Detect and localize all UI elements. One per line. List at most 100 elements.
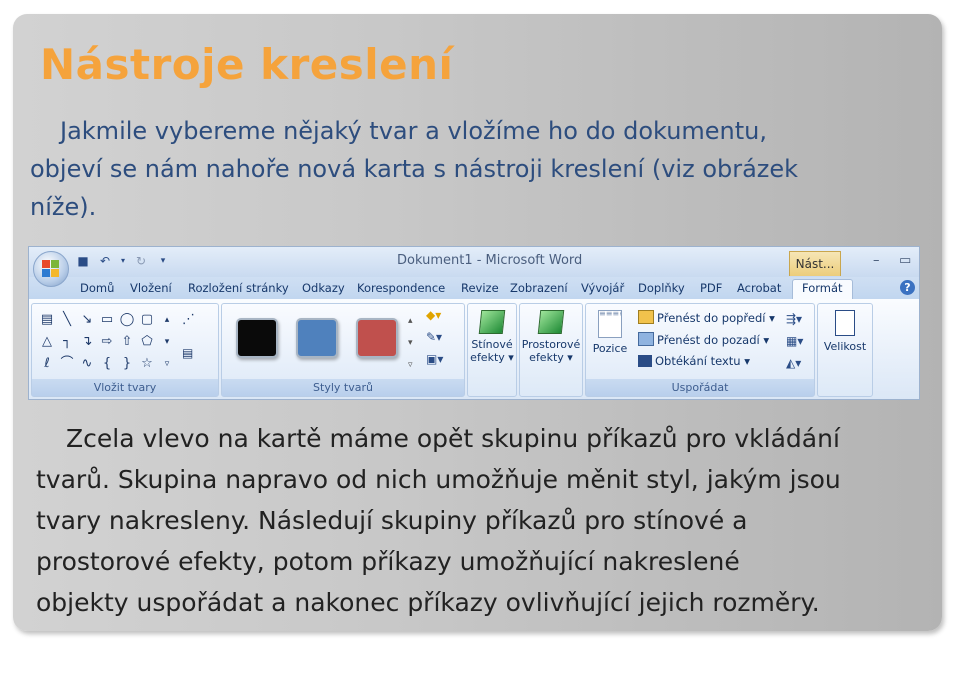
size-icon [835, 310, 855, 336]
3d-effects-button[interactable]: Prostorové efekty ▾ [520, 310, 582, 364]
curve-shape-icon[interactable]: ⌒ [58, 354, 76, 374]
group-label-insert-shapes: Vložit tvary [32, 379, 218, 396]
ribbon-tabs: Domů Vložení Rozložení stránky Odkazy Ko… [29, 277, 919, 300]
text-wrap-label: Obtékání textu [655, 354, 741, 368]
textbox-icon[interactable]: ▤ [182, 346, 193, 360]
edit-shape-icon[interactable]: ⋰ [182, 312, 195, 327]
intro-line: Jakmile vybereme nějaký tvar a vložíme h… [60, 117, 768, 145]
redo-icon[interactable]: ↻ [133, 253, 149, 269]
maximize-icon[interactable]: ▭ [899, 253, 911, 268]
shadow-effects-button[interactable]: Stínové efekty ▾ [470, 310, 514, 364]
rectangle-shape-icon[interactable]: ▭ [98, 310, 116, 330]
triangle-shape-icon[interactable]: △ [38, 332, 56, 352]
shapes-gallery[interactable]: ▤ ╲ ↘ ▭ ◯ ▢ ▴ △ ┐ ↴ ⇨ ⇧ ⬠ ▾ ℓ ⌒ ∿ { } ☆ [38, 310, 176, 374]
customize-toolbar-icon[interactable]: ▾ [155, 253, 171, 269]
textbox-shape-icon[interactable]: ▤ [38, 310, 56, 330]
styles-scroll[interactable]: ▴ ▾ ▿ [408, 310, 413, 376]
change-shape-icon[interactable]: ▣▾ [426, 352, 443, 366]
3d-effects-label: efekty ▾ [529, 351, 573, 364]
tab-developer[interactable]: Vývojář [581, 281, 624, 295]
send-to-back-icon [638, 332, 654, 346]
tab-home[interactable]: Domů [80, 281, 114, 295]
word-ribbon-screenshot: ■ ↶ ▾ ↻ ▾ Dokument1 - Microsoft Word Nás… [28, 246, 920, 400]
position-icon: ≡≡≡≡ [598, 310, 622, 338]
group-label-shape-styles: Styly tvarů [222, 379, 464, 396]
tab-insert[interactable]: Vložení [130, 281, 172, 295]
group-shape-styles: ▴ ▾ ▿ ◆▾ ✎▾ ▣▾ Styly tvarů [221, 303, 465, 397]
tab-addins[interactable]: Doplňky [638, 281, 685, 295]
description-paragraph: Zcela vlevo na kartě máme opět skupinu p… [36, 418, 926, 623]
title-bar: ■ ↶ ▾ ↻ ▾ Dokument1 - Microsoft Word Nás… [29, 247, 919, 277]
group-insert-shapes: ▤ ╲ ↘ ▭ ◯ ▢ ▴ △ ┐ ↴ ⇨ ⇧ ⬠ ▾ ℓ ⌒ ∿ { } ☆ [31, 303, 219, 397]
intro-line: objeví se nám nahoře nová karta s nástro… [30, 155, 799, 183]
elbow-connector-icon[interactable]: ┐ [58, 332, 76, 352]
office-button-icon [42, 260, 60, 278]
save-icon[interactable]: ■ [75, 253, 91, 269]
3d-effects-icon [537, 310, 565, 334]
help-icon[interactable]: ? [900, 280, 915, 295]
style-swatch-black[interactable] [236, 318, 278, 358]
shadow-effects-label: efekty ▾ [470, 351, 514, 364]
flowchart-shape-icon[interactable]: ⬠ [138, 332, 156, 352]
bring-to-front-label: Přenést do popředí [657, 311, 766, 325]
style-swatch-blue[interactable] [296, 318, 338, 358]
slide-title: Nástroje kreslení [40, 40, 454, 89]
tab-view[interactable]: Zobrazení [510, 281, 568, 295]
oval-shape-icon[interactable]: ◯ [118, 310, 136, 330]
text-wrap-icon [638, 355, 652, 367]
tab-mailings[interactable]: Korespondence [357, 281, 445, 295]
fill-color-icon[interactable]: ◆▾ [426, 308, 441, 322]
shadow-effects-label: Stínové [471, 338, 513, 351]
intro-line: níže). [30, 193, 97, 221]
description-line: prostorové efekty, potom příkazy umožňuj… [36, 547, 740, 576]
tab-format[interactable]: Formát [792, 279, 853, 300]
send-to-back-button[interactable]: Přenést do pozadí ▾ [638, 332, 769, 347]
star-shape-icon[interactable]: ☆ [138, 354, 156, 374]
brace-left-icon[interactable]: { [98, 354, 116, 374]
size-button[interactable]: Velikost [818, 310, 872, 353]
tab-page-layout[interactable]: Rozložení stránky [188, 281, 289, 295]
rounded-rect-shape-icon[interactable]: ▢ [138, 310, 156, 330]
undo-dropdown-icon[interactable]: ▾ [119, 253, 127, 269]
line-shape-icon[interactable]: ╲ [58, 310, 76, 330]
position-button[interactable]: ≡≡≡≡ Pozice [590, 310, 630, 355]
description-line: objekty uspořádat a nakonec příkazy ovli… [36, 588, 820, 617]
group-arrange: ≡≡≡≡ Pozice Přenést do popředí ▾ Přenést… [585, 303, 815, 397]
elbow-arrow-icon[interactable]: ↴ [78, 332, 96, 352]
bring-to-front-icon [638, 310, 654, 324]
freeform-shape-icon[interactable]: ℓ [38, 354, 56, 374]
group-shadow-effects: Stínové efekty ▾ [467, 303, 517, 397]
description-line: Zcela vlevo na kartě máme opět skupinu p… [66, 424, 840, 453]
description-line: tvarů. Skupina napravo od nich umožňuje … [36, 465, 841, 494]
text-wrap-button[interactable]: Obtékání textu ▾ [638, 354, 750, 368]
style-swatch-red[interactable] [356, 318, 398, 358]
description-line: tvary nakresleny. Následují skupiny přík… [36, 506, 748, 535]
up-arrow-shape-icon[interactable]: ⇧ [118, 332, 136, 352]
tab-review[interactable]: Revize [461, 281, 499, 295]
ribbon-body: ▤ ╲ ↘ ▭ ◯ ▢ ▴ △ ┐ ↴ ⇨ ⇧ ⬠ ▾ ℓ ⌒ ∿ { } ☆ [29, 299, 919, 399]
tab-pdf[interactable]: PDF [700, 281, 722, 295]
intro-paragraph: Jakmile vybereme nějaký tvar a vložíme h… [30, 112, 910, 226]
size-label: Velikost [823, 340, 867, 353]
more-shapes-icon[interactable]: ▿ [158, 354, 176, 374]
tab-acrobat[interactable]: Acrobat [737, 281, 781, 295]
align-icons[interactable]: ⇶▾ ▦▾ ◭▾ [786, 308, 803, 374]
bring-to-front-button[interactable]: Přenést do popředí ▾ [638, 310, 775, 325]
outline-color-icon[interactable]: ✎▾ [426, 330, 442, 344]
minimize-icon[interactable]: – [873, 253, 880, 268]
office-button[interactable] [33, 251, 69, 287]
block-arrow-icon[interactable]: ⇨ [98, 332, 116, 352]
send-to-back-label: Přenést do pozadí [657, 333, 760, 347]
group-3d-effects: Prostorové efekty ▾ [519, 303, 583, 397]
wave-shape-icon[interactable]: ∿ [78, 354, 96, 374]
group-size: Velikost [817, 303, 873, 397]
scroll-up-icon[interactable]: ▴ [158, 310, 176, 330]
drawing-tools-context-tab[interactable]: Nást... [789, 251, 841, 276]
quick-access-toolbar: ■ ↶ ▾ ↻ ▾ [75, 253, 171, 269]
undo-icon[interactable]: ↶ [97, 253, 113, 269]
tab-references[interactable]: Odkazy [302, 281, 345, 295]
scroll-down-icon[interactable]: ▾ [158, 332, 176, 352]
shadow-effects-icon [478, 310, 506, 334]
brace-right-icon[interactable]: } [118, 354, 136, 374]
arrow-shape-icon[interactable]: ↘ [78, 310, 96, 330]
